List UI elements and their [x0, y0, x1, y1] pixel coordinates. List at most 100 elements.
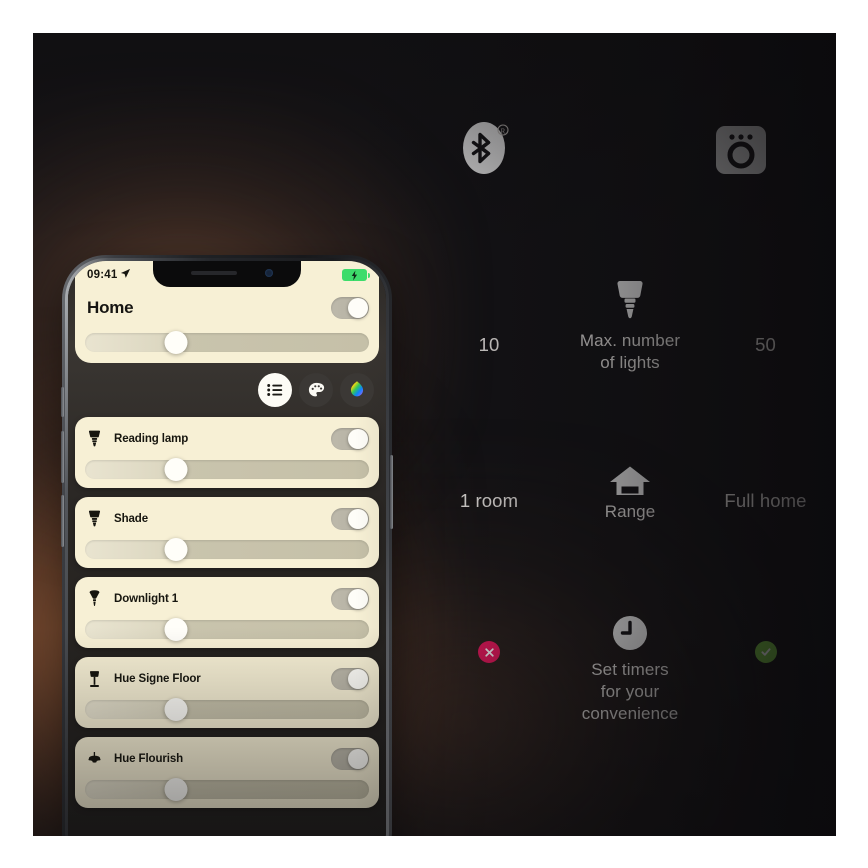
- light-toggle[interactable]: [331, 427, 369, 450]
- toggle-knob: [348, 748, 368, 769]
- list-item[interactable]: Shade: [75, 497, 379, 568]
- toggle-knob: [348, 588, 368, 609]
- comparison-label-line: convenience: [581, 703, 679, 723]
- phone-notch: [153, 261, 301, 287]
- light-toggle[interactable]: [331, 747, 369, 770]
- slider-thumb[interactable]: [164, 458, 188, 481]
- phone-screen: 09:41 Home Reading lamp Shade Downlight …: [68, 261, 386, 836]
- comparison-right-value: 50: [755, 334, 776, 355]
- list-icon: [267, 384, 283, 396]
- toggle-knob: [348, 508, 368, 529]
- light-brightness-slider[interactable]: [85, 458, 369, 481]
- list-item[interactable]: Hue Flourish: [75, 737, 379, 808]
- toggle-knob: [348, 668, 368, 689]
- comparison-row-center: Range: [565, 465, 695, 523]
- light-toggle[interactable]: [331, 507, 369, 530]
- pendant-lamp-icon: [85, 751, 104, 767]
- light-row-header: Shade: [85, 497, 369, 540]
- color-picker-button[interactable]: [340, 373, 374, 407]
- list-item[interactable]: Downlight 1: [75, 577, 379, 648]
- list-view-button[interactable]: [258, 373, 292, 407]
- comparison-left-value: 10: [478, 334, 500, 355]
- comparison-left-value-wrap: [413, 641, 565, 663]
- comparison-row-center: Max. number of lights: [565, 278, 695, 374]
- status-badge-unsupported: [478, 641, 500, 663]
- comparison-label-line: of lights: [600, 352, 660, 372]
- light-name: Downlight 1: [114, 592, 179, 605]
- hue-bridge-icon: [713, 122, 769, 183]
- comparison-right-value-wrap: 50: [695, 334, 836, 356]
- toggle-knob: [348, 298, 368, 318]
- light-name: Shade: [114, 512, 149, 525]
- scenes-button[interactable]: [299, 373, 333, 407]
- phone-power-button[interactable]: [390, 455, 393, 529]
- comparison-label: Max. number of lights: [565, 330, 695, 374]
- slider-thumb[interactable]: [164, 778, 188, 801]
- home-brightness-slider[interactable]: [85, 331, 369, 354]
- status-bar-time: 09:41: [87, 269, 118, 281]
- status-bar-left: 09:41: [87, 266, 131, 284]
- light-row-header: Hue Signe Floor: [85, 657, 369, 700]
- comparison-left-value: 1 room: [459, 490, 519, 511]
- light-name: Reading lamp: [114, 432, 189, 445]
- downlight-icon: [85, 589, 104, 608]
- comparison-label: Range: [565, 501, 695, 523]
- light-toggle[interactable]: [331, 587, 369, 610]
- comparison-right-value-wrap: [695, 641, 836, 663]
- light-brightness-slider[interactable]: [85, 778, 369, 801]
- mode-button-row: [258, 373, 374, 407]
- home-brightness-slider-wrap: [85, 331, 369, 354]
- phone-bezel: 09:41 Home Reading lamp Shade Downlight …: [68, 261, 386, 836]
- light-brightness-slider[interactable]: [85, 698, 369, 721]
- light-row-header: Hue Flourish: [85, 737, 369, 780]
- color-droplet-icon: [350, 381, 364, 397]
- svg-text:R: R: [501, 128, 506, 136]
- phone-mute-switch[interactable]: [61, 387, 64, 417]
- slider-thumb[interactable]: [164, 538, 188, 561]
- comparison-label: Set timers for your convenience: [565, 659, 695, 724]
- slider-thumb[interactable]: [164, 698, 188, 721]
- comparison-label-line: Max. number: [579, 331, 681, 350]
- comparison-label-line: for your: [600, 681, 660, 701]
- comparison-label-line: Set timers: [591, 660, 669, 679]
- light-name: Hue Signe Floor: [114, 672, 201, 685]
- home-title-row: Home: [87, 291, 369, 325]
- light-list: Reading lamp Shade Downlight 1 Hue Signe…: [75, 417, 379, 817]
- status-badge-supported: [754, 641, 777, 663]
- promo-canvas: 09:41 Home Reading lamp Shade Downlight …: [33, 33, 836, 836]
- slider-thumb[interactable]: [164, 331, 188, 354]
- light-row-header: Reading lamp: [85, 417, 369, 460]
- light-brightness-slider[interactable]: [85, 618, 369, 641]
- earpiece-speaker-icon: [191, 271, 237, 275]
- clock-icon: [565, 613, 695, 653]
- list-item[interactable]: Reading lamp: [75, 417, 379, 488]
- comparison-row-center: Set timers for your convenience: [565, 613, 695, 724]
- comparison-right-value: Full home: [724, 490, 807, 511]
- home-master-toggle[interactable]: [331, 297, 369, 319]
- page-title: Home: [87, 298, 134, 317]
- comparison-panel: R Max. number of lights 10 50 Range 1 ro…: [413, 33, 836, 836]
- phone-volume-down-button[interactable]: [61, 495, 64, 547]
- location-arrow-icon: [120, 266, 131, 284]
- front-camera-icon: [265, 269, 273, 277]
- comparison-left-value-wrap: 1 room: [413, 490, 565, 512]
- floor-lamp-icon: [85, 669, 104, 689]
- spot-bulb-icon: [85, 429, 104, 448]
- light-name: Hue Flourish: [114, 752, 184, 765]
- phone-frame: 09:41 Home Reading lamp Shade Downlight …: [61, 255, 393, 836]
- comparison-left-value-wrap: 10: [413, 334, 565, 356]
- palette-icon: [308, 382, 324, 396]
- list-item[interactable]: Hue Signe Floor: [75, 657, 379, 728]
- technology-logo-row: R: [413, 118, 836, 188]
- light-bulb-icon: [565, 278, 695, 322]
- bluetooth-logo-icon: R: [459, 118, 519, 183]
- light-row-header: Downlight 1: [85, 577, 369, 620]
- comparison-right-value-wrap: Full home: [695, 490, 836, 512]
- phone-volume-up-button[interactable]: [61, 431, 64, 483]
- slider-thumb[interactable]: [164, 618, 188, 641]
- light-brightness-slider[interactable]: [85, 538, 369, 561]
- house-icon: [565, 465, 695, 499]
- light-toggle[interactable]: [331, 667, 369, 690]
- comparison-label-line: Range: [604, 502, 656, 521]
- toggle-knob: [348, 428, 368, 449]
